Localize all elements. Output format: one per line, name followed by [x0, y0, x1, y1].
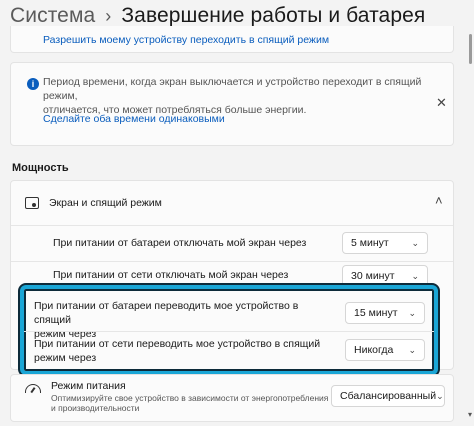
info-card: i Период времени, когда экран выключаетс… [10, 62, 454, 146]
power-mode-select[interactable]: Сбалансированный ⌄ [331, 385, 445, 407]
power-mode-desc-line2: и производительности [51, 403, 140, 413]
battery-sleep-label-line1: При питании от батареи переводить мое ус… [34, 300, 299, 326]
battery-screen-off-value: 5 минут [351, 237, 389, 249]
battery-sleep-label: При питании от батареи переводить мое ус… [34, 299, 334, 341]
scrollbar-thumb[interactable] [469, 34, 472, 64]
screen-sleep-title: Экран и спящий режим [49, 197, 162, 209]
sleep-settings-highlight: При питании от батареи переводить мое ус… [20, 285, 438, 375]
allow-sleep-link[interactable]: Разрешить моему устройству переходить в … [43, 34, 329, 46]
info-icon: i [27, 78, 39, 90]
info-text-line1: Период времени, когда экран выключается … [43, 76, 422, 102]
power-mode-value: Сбалансированный [340, 390, 437, 402]
battery-sleep-select[interactable]: 15 минут ⌄ [345, 302, 425, 324]
power-mode-desc: Оптимизируйте свое устройство в зависимо… [51, 393, 331, 413]
info-text: Период времени, когда экран выключается … [43, 75, 423, 117]
sleep-permission-card: Разрешить моему устройству переходить в … [10, 26, 454, 53]
chevron-down-icon: ⌄ [411, 237, 419, 248]
plugged-sleep-select[interactable]: Никогда ⌄ [345, 339, 425, 361]
power-mode-gauge-icon [25, 384, 41, 393]
battery-sleep-value: 15 минут [354, 307, 398, 319]
chevron-down-icon: ⌄ [436, 390, 444, 401]
section-title: Мощность [12, 162, 69, 174]
battery-screen-off-select[interactable]: 5 минут ⌄ [342, 232, 428, 254]
battery-screen-off-label: При питании от батареи отключать мой экр… [53, 237, 307, 249]
plugged-screen-off-value: 30 минут [351, 270, 395, 282]
breadcrumb-chevron-icon: › [105, 6, 112, 26]
close-icon[interactable]: ✕ [436, 95, 447, 111]
plugged-sleep-label-line1: При питании от сети переводить мое устро… [34, 338, 321, 350]
screen-sleep-header[interactable]: Экран и спящий режим ˄ [11, 181, 453, 226]
power-mode-desc-line1: Оптимизируйте свое устройство в зависимо… [51, 393, 329, 403]
plugged-sleep-label: При питании от сети переводить мое устро… [34, 337, 334, 365]
plugged-screen-off-label: При питании от сети отключать мой экран … [53, 269, 289, 281]
plugged-sleep-value: Никогда [354, 344, 394, 356]
breadcrumb-current: Завершение работы и батарея [121, 4, 426, 27]
plugged-screen-off-select[interactable]: 30 минут ⌄ [342, 265, 428, 287]
plugged-sleep-label-line2: режим через [34, 352, 97, 364]
chevron-down-icon: ⌄ [411, 270, 419, 281]
chevron-down-icon: ⌄ [408, 344, 416, 355]
power-mode-title: Режим питания [51, 380, 126, 392]
page-title: Система › Завершение работы и батарея [10, 4, 425, 28]
power-mode-card: Режим питания Оптимизируйте свое устройс… [10, 374, 454, 422]
scroll-down-arrow-icon[interactable]: ▾ [468, 410, 472, 419]
chevron-up-icon[interactable]: ˄ [435, 193, 443, 208]
screen-sleep-icon [25, 197, 39, 209]
chevron-down-icon: ⌄ [408, 307, 416, 318]
breadcrumb-system[interactable]: Система [10, 4, 95, 27]
make-times-equal-link[interactable]: Сделайте оба времени одинаковыми [43, 113, 225, 125]
